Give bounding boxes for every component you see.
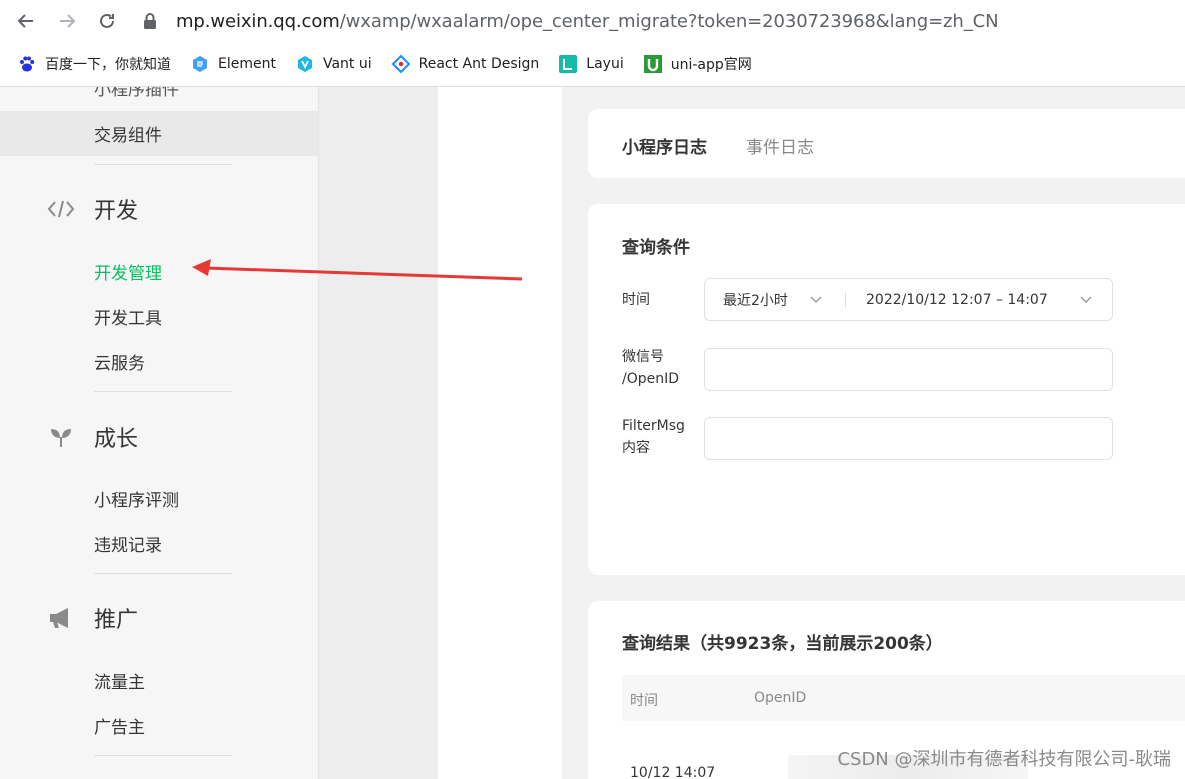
sidebar-divider	[94, 573, 232, 574]
query-title: 查询条件	[622, 238, 690, 258]
wechat-openid-input[interactable]	[704, 348, 1113, 391]
bookmark-antd[interactable]: React Ant Design	[391, 51, 540, 77]
bookmark-label: Element	[218, 56, 276, 72]
time-range-preset-value: 最近2小时	[723, 292, 788, 309]
sprout-icon	[46, 422, 76, 452]
sidebar-item-cloud-service[interactable]: 云服务	[94, 349, 145, 374]
filtermsg-label: FilterMsg 内容	[622, 415, 685, 459]
address-bar[interactable]: mp.weixin.qq.com/wxamp/wxaalarm/ope_cent…	[140, 0, 999, 42]
vant-icon	[296, 55, 314, 73]
bookmark-label: uni-app官网	[670, 57, 752, 73]
sidebar-item-advertiser[interactable]: 广告主	[94, 713, 145, 738]
forward-arrow-icon	[60, 14, 76, 28]
sidebar-group-growth: 成长	[46, 421, 138, 453]
sidebar-group-label: 成长	[94, 427, 139, 452]
log-tabs: 小程序日志 事件日志	[588, 109, 1185, 178]
filter-label-line1: FilterMsg	[622, 418, 685, 434]
time-range-value: 2022/10/12 12:07 – 14:07	[866, 291, 1048, 308]
bookmark-uniapp[interactable]: uni-app官网	[643, 51, 752, 77]
filtermsg-input[interactable]	[704, 417, 1113, 460]
column-header-time: 时间	[630, 693, 658, 709]
time-label: 时间	[622, 292, 650, 308]
column-header-openid: OpenID	[754, 690, 807, 706]
sidebar-divider	[94, 164, 232, 165]
sidebar-item-traffic-owner[interactable]: 流量主	[94, 668, 145, 693]
time-range-separator	[845, 291, 846, 308]
forward-button[interactable]	[54, 8, 80, 34]
tab-event-log[interactable]: 事件日志	[746, 133, 814, 158]
back-arrow-icon	[17, 14, 33, 28]
chevron-down-icon	[1080, 296, 1092, 303]
sidebar-item-evaluation[interactable]: 小程序评测	[94, 486, 179, 511]
content-margin	[438, 87, 562, 779]
reload-button[interactable]	[94, 8, 120, 34]
annotation-arrow-icon	[192, 259, 523, 281]
baidu-paw-icon	[18, 55, 36, 73]
code-icon	[46, 194, 76, 224]
sidebar: 小程序插件 交易组件 开发 开发管理 开发工具 云服务 成长 小程序评测 违规记…	[0, 87, 319, 779]
wechat-openid-label: 微信号 /OpenID	[622, 346, 679, 390]
layout-gutter	[320, 87, 438, 779]
url-text: mp.weixin.qq.com/wxamp/wxaalarm/ope_cent…	[176, 10, 999, 32]
time-range-preset-select[interactable]: 最近2小时	[723, 290, 833, 310]
bookmark-label: Vant ui	[322, 56, 372, 72]
element-hex-icon	[191, 55, 209, 73]
time-range-value-select[interactable]: 2022/10/12 12:07 – 14:07	[866, 292, 1092, 308]
results-title: 查询结果（共9923条，当前展示200条）	[622, 634, 943, 654]
sidebar-divider	[94, 391, 232, 392]
back-button[interactable]	[13, 8, 39, 34]
uniapp-icon	[643, 55, 662, 73]
results-table-header: 时间 OpenID	[622, 675, 1185, 721]
sidebar-item-plugin[interactable]: 小程序插件	[94, 87, 179, 100]
row-time-cell: 10/12 14:07	[630, 765, 716, 779]
lock-icon	[140, 8, 160, 34]
bookmark-element[interactable]: Element	[191, 51, 276, 77]
wechat-label-line2: /OpenID	[622, 371, 680, 387]
bookmark-label: 百度一下，你就知道	[45, 57, 171, 73]
time-range-picker[interactable]: 最近2小时 2022/10/12 12:07 – 14:07	[704, 278, 1113, 321]
megaphone-icon	[46, 603, 76, 633]
sidebar-divider	[94, 755, 232, 756]
sidebar-item-violations[interactable]: 违规记录	[94, 531, 162, 556]
sidebar-item-trade-component[interactable]: 交易组件	[94, 121, 162, 146]
bookmark-baidu[interactable]: 百度一下，你就知道	[18, 51, 171, 77]
filter-label-line2: 内容	[622, 440, 650, 456]
url-host: mp.weixin.qq.com	[176, 10, 340, 32]
query-panel: 查询条件 时间 最近2小时 2022/10/12 12:07 – 14:07 微…	[588, 204, 1185, 575]
main-content: 小程序日志 事件日志 查询条件 时间 最近2小时 2022/10/12 12:0…	[562, 87, 1185, 779]
bookmark-label: React Ant Design	[418, 56, 540, 72]
sidebar-group-label: 开发	[94, 199, 139, 224]
csdn-watermark: CSDN @深圳市有德者科技有限公司-耿瑞	[837, 749, 1171, 770]
url-path: /wxamp/wxaalarm/ope_center_migrate?token…	[339, 10, 999, 32]
reload-icon	[100, 13, 114, 28]
browser-toolbar: mp.weixin.qq.com/wxamp/wxaalarm/ope_cent…	[0, 0, 1185, 42]
bookmark-layui[interactable]: Layui	[559, 51, 624, 77]
bookmark-label: Layui	[586, 56, 624, 72]
tab-miniprogram-log[interactable]: 小程序日志	[622, 133, 707, 158]
sidebar-group-promotion: 推广	[46, 602, 138, 634]
sidebar-group-develop: 开发	[46, 193, 138, 225]
sidebar-item-dev-management[interactable]: 开发管理	[94, 259, 162, 284]
layui-icon	[559, 55, 578, 73]
sidebar-item-dev-tools[interactable]: 开发工具	[94, 304, 162, 329]
chevron-down-icon	[810, 296, 822, 303]
wechat-label-line1: 微信号	[622, 349, 664, 365]
bookmarks-bar: 百度一下，你就知道 Element Vant ui React Ant Desi…	[0, 42, 1185, 87]
sidebar-group-label: 推广	[94, 608, 139, 633]
bookmark-vant[interactable]: Vant ui	[296, 51, 372, 77]
ant-design-icon	[391, 55, 410, 73]
